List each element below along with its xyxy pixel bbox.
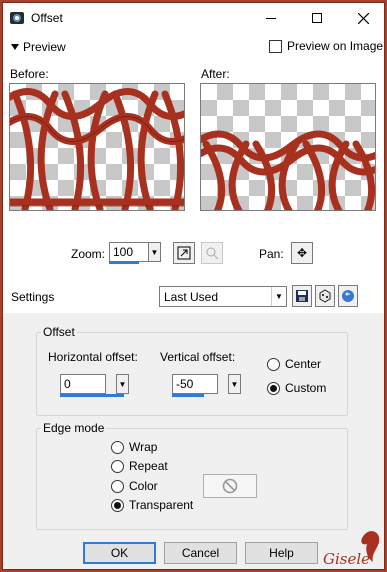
custom-label: Custom — [285, 381, 327, 395]
after-preview[interactable] — [200, 83, 376, 211]
preview-on-image-checkbox[interactable]: Preview on Image — [269, 39, 383, 53]
offset-group-title: Offset — [41, 325, 77, 339]
reset-icon — [342, 290, 354, 302]
chevron-down-icon: ▼ — [230, 379, 239, 389]
checkbox-box[interactable] — [269, 39, 282, 53]
svg-text:Gisele: Gisele — [323, 550, 370, 568]
offset-dialog: Offset Preview Preview on Image Before: … — [2, 2, 385, 570]
edge-mode-group-title: Edge mode — [41, 421, 107, 435]
horizontal-offset-value: 0 — [64, 377, 71, 391]
zoom-dropdown[interactable]: ▼ — [148, 242, 161, 262]
before-pattern — [10, 88, 184, 210]
chevron-down-icon: ▼ — [271, 287, 286, 306]
save-preset-button[interactable] — [292, 285, 312, 307]
center-label: Center — [285, 357, 322, 371]
randomize-button[interactable] — [315, 285, 335, 307]
radio-button[interactable] — [267, 381, 280, 395]
window-title: Offset — [31, 11, 63, 25]
preview-toggle[interactable]: Preview — [11, 40, 66, 54]
horizontal-offset-label: Horizontal offset: — [48, 350, 138, 364]
title-bar: Offset — [3, 3, 384, 33]
edge-color-swatch[interactable] — [203, 474, 257, 498]
pan-icon: ✥ — [296, 246, 308, 260]
before-preview[interactable] — [9, 83, 185, 211]
edge-repeat-label: Repeat — [129, 459, 168, 473]
zoom-actual-icon — [206, 247, 219, 260]
zoom-actual-button[interactable] — [201, 242, 223, 264]
ok-button[interactable]: OK — [83, 542, 156, 564]
before-label: Before: — [10, 67, 49, 81]
chevron-down-icon: ▼ — [118, 379, 127, 389]
vertical-offset-input[interactable]: -50 — [172, 374, 218, 397]
radio-button[interactable] — [111, 459, 124, 473]
watermark-logo: Gisele — [323, 531, 380, 568]
edge-wrap-label: Wrap — [129, 440, 158, 454]
horizontal-offset-spinner[interactable]: ▼ — [116, 374, 129, 394]
radio-button[interactable] — [111, 498, 124, 512]
fit-zoom-icon — [177, 246, 191, 260]
close-button[interactable] — [340, 3, 384, 33]
vertical-offset-spinner[interactable]: ▼ — [228, 374, 241, 394]
after-pattern — [201, 130, 375, 210]
collapse-triangle-icon — [11, 44, 19, 50]
radio-button[interactable] — [111, 440, 124, 454]
pan-button[interactable]: ✥ — [291, 242, 313, 264]
maximize-button[interactable] — [294, 3, 340, 33]
horizontal-offset-input[interactable]: 0 — [60, 374, 124, 397]
save-preset-icon — [296, 290, 308, 302]
pan-label: Pan: — [259, 247, 284, 261]
edge-wrap-radio[interactable]: Wrap — [111, 440, 157, 454]
custom-radio[interactable]: Custom — [267, 381, 326, 395]
help-button[interactable]: Help — [245, 542, 318, 564]
horizontal-offset-slider[interactable] — [60, 394, 124, 397]
close-icon — [357, 12, 369, 24]
fit-zoom-button[interactable] — [173, 242, 195, 264]
zoom-slider-bar[interactable] — [109, 261, 139, 264]
reset-button[interactable] — [338, 285, 358, 307]
preview-toggle-label: Preview — [23, 40, 66, 54]
edge-transparent-label: Transparent — [129, 498, 194, 512]
edge-color-label: Color — [129, 479, 158, 493]
radio-button[interactable] — [267, 357, 280, 371]
zoom-input[interactable]: 100 — [109, 242, 149, 264]
preset-value: Last Used — [164, 290, 219, 304]
edge-color-radio[interactable]: Color — [111, 479, 158, 493]
edge-mode-group — [36, 428, 348, 530]
preview-on-image-label: Preview on Image — [287, 39, 384, 53]
cancel-button[interactable]: Cancel — [164, 542, 237, 564]
minimize-button[interactable] — [248, 3, 294, 33]
maximize-icon — [312, 13, 322, 23]
vertical-offset-label: Vertical offset: — [160, 350, 236, 364]
preset-dropdown[interactable]: Last Used ▼ — [159, 286, 287, 307]
settings-label: Settings — [11, 290, 55, 304]
zoom-value: 100 — [113, 245, 134, 259]
randomize-icon — [319, 289, 331, 303]
no-color-icon — [222, 478, 238, 494]
vertical-offset-slider[interactable] — [172, 394, 204, 397]
vertical-offset-value: -50 — [176, 377, 194, 391]
after-label: After: — [201, 67, 230, 81]
zoom-label: Zoom: — [71, 247, 106, 261]
center-radio[interactable]: Center — [267, 357, 321, 371]
edge-transparent-radio[interactable]: Transparent — [111, 498, 193, 512]
radio-button[interactable] — [111, 479, 124, 493]
edge-repeat-radio[interactable]: Repeat — [111, 459, 168, 473]
chevron-down-icon: ▼ — [150, 247, 159, 257]
minimize-icon — [266, 17, 276, 19]
app-icon — [10, 12, 24, 24]
